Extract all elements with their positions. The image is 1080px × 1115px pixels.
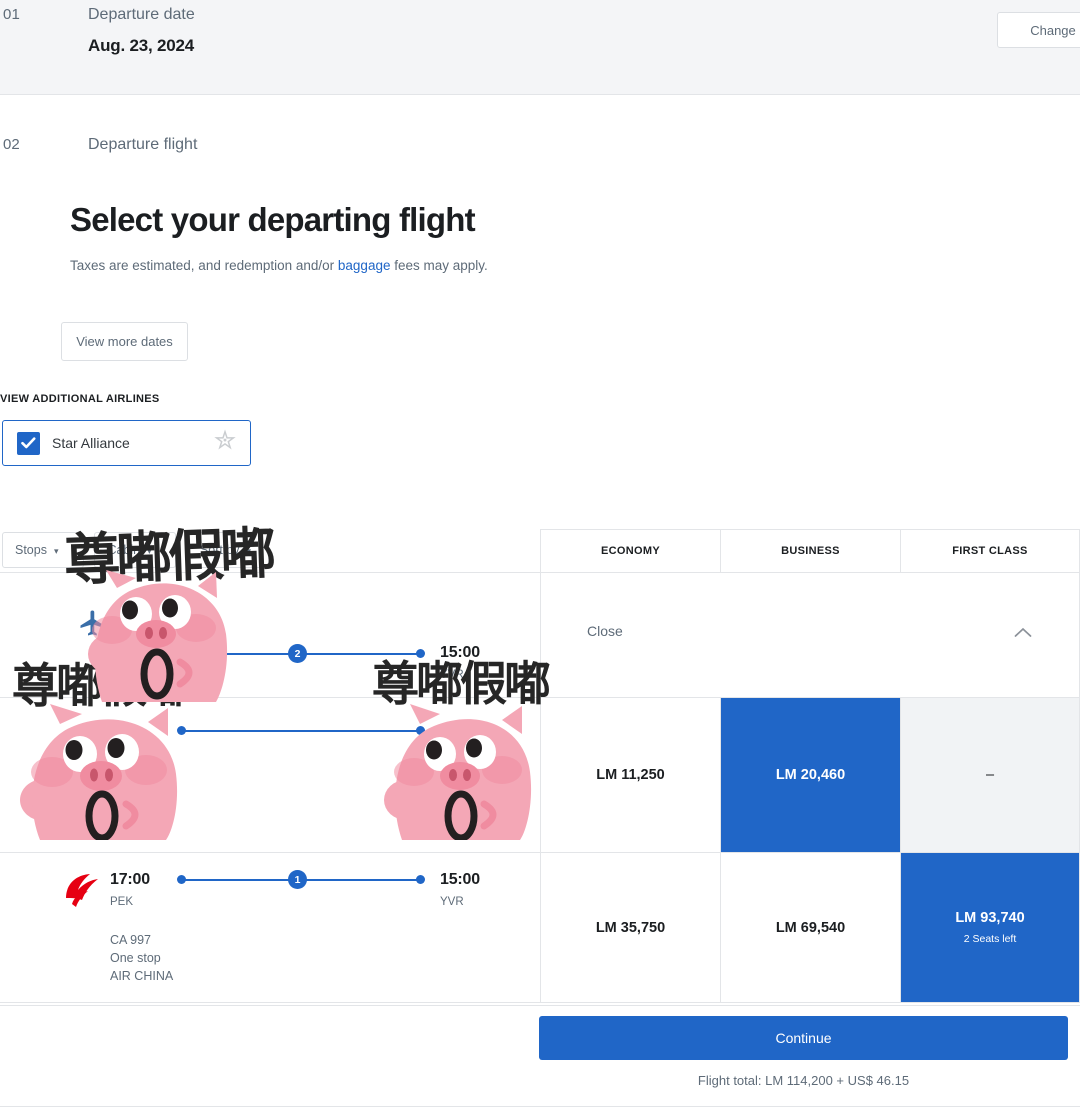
route-start-dot — [177, 726, 186, 735]
step-label-departure-date: Departure date — [88, 6, 195, 23]
fare-price: – — [985, 767, 995, 783]
departure-time: 17:00 — [110, 871, 150, 888]
check-icon — [21, 437, 36, 449]
subtitle-text-after: fees may apply. — [390, 258, 488, 273]
flight-selection-page: 01 Departure date Aug. 23, 2024 Change 0… — [0, 0, 1080, 1115]
table-header-spacer — [0, 529, 540, 573]
table-row: 17:00 PEK 1 15:00 YVR CA 997 One stop AI… — [0, 853, 1080, 1003]
seats-left-note: 2 Seats left — [963, 933, 1017, 945]
departure-date-value: Aug. 23, 2024 — [88, 36, 195, 55]
continue-button[interactable]: Continue — [539, 1016, 1068, 1060]
air-china-logo-icon — [60, 870, 102, 915]
flight-itinerary-row-1[interactable]: 2 15:00 YVR — [0, 573, 540, 697]
fare-first-class-row-3[interactable]: LM 93,740 2 Seats left — [900, 853, 1080, 1002]
departure-airport-code: PEK — [110, 896, 134, 908]
airplane-icon — [78, 608, 108, 643]
flight-itinerary-row-3[interactable]: 17:00 PEK 1 15:00 YVR CA 997 One stop AI… — [0, 853, 540, 1002]
table-row: 2 15:00 YVR Close — [0, 573, 1080, 698]
page-title: Select your departing flight — [70, 201, 476, 238]
arrival-time: 15:00 — [440, 871, 480, 888]
flight-itinerary-row-2[interactable] — [0, 698, 540, 852]
route-end-dot — [416, 649, 425, 658]
stops-badge: 2 — [288, 644, 307, 663]
step-number-01: 01 — [3, 6, 21, 23]
fare-business-row-2[interactable]: LM 20,460 — [720, 698, 900, 852]
fare-first-class-row-2[interactable]: – — [900, 698, 1080, 852]
fare-business-row-3[interactable]: LM 69,540 — [720, 853, 900, 1002]
arrival-time: 15:00 — [440, 644, 480, 661]
route-end-dot — [416, 875, 425, 884]
column-header-economy: ECONOMY — [540, 529, 720, 573]
fare-price: LM 11,250 — [596, 767, 665, 783]
fare-economy-row-3[interactable]: LM 35,750 — [540, 853, 720, 1002]
fare-price: LM 93,740 — [955, 910, 1025, 926]
close-expanded-cell[interactable]: Close — [540, 573, 1080, 697]
view-more-dates-button[interactable]: View more dates — [61, 322, 188, 361]
route-line — [181, 730, 421, 732]
step-label-departure-flight: Departure flight — [88, 136, 198, 153]
table-header-row: ECONOMY BUSINESS FIRST CLASS — [0, 529, 1080, 573]
route-start-dot — [177, 875, 186, 884]
departure-date-step: 01 Departure date Aug. 23, 2024 Change — [0, 0, 1080, 95]
additional-airlines-label: VIEW ADDITIONAL AIRLINES — [0, 393, 160, 405]
baggage-link[interactable]: baggage — [338, 258, 391, 273]
page-subtitle: Taxes are estimated, and redemption and/… — [70, 258, 488, 273]
flight-number: CA 997 — [110, 933, 152, 947]
fare-economy-row-2[interactable]: LM 11,250 — [540, 698, 720, 852]
stops-badge: 1 — [288, 870, 307, 889]
star-alliance-logo-icon — [214, 429, 236, 457]
route-start-dot — [177, 649, 186, 658]
arrival-airport-code: YVR — [440, 669, 464, 681]
star-alliance-checkbox[interactable] — [17, 431, 40, 455]
table-row: LM 11,250 LM 20,460 – — [0, 698, 1080, 853]
footer-divider-bottom — [0, 1106, 1080, 1107]
chevron-up-icon[interactable] — [1014, 625, 1032, 643]
flight-total-text: Flight total: LM 114,200 + US$ 46.15 — [697, 1073, 910, 1088]
column-header-first-class: FIRST CLASS — [900, 529, 1080, 573]
footer-divider — [0, 1005, 1080, 1006]
route-end-dot — [416, 726, 425, 735]
subtitle-text-before: Taxes are estimated, and redemption and/… — [70, 258, 338, 273]
column-header-business: BUSINESS — [720, 529, 900, 573]
close-label: Close — [587, 623, 623, 639]
star-alliance-filter[interactable]: Star Alliance — [2, 420, 251, 466]
airline-name: AIR CHINA — [110, 969, 174, 983]
fare-price: LM 69,540 — [775, 919, 846, 936]
star-alliance-label: Star Alliance — [52, 435, 130, 451]
fare-price: LM 20,460 — [775, 767, 846, 783]
change-date-button[interactable]: Change — [997, 12, 1080, 48]
flight-results-table: ECONOMY BUSINESS FIRST CLASS 2 15:00 YVR — [0, 529, 1080, 1003]
step-number-02: 02 — [3, 136, 20, 153]
fare-price: LM 35,750 — [595, 919, 666, 936]
stops-text: One stop — [110, 951, 161, 965]
arrival-airport-code: YVR — [440, 896, 464, 908]
